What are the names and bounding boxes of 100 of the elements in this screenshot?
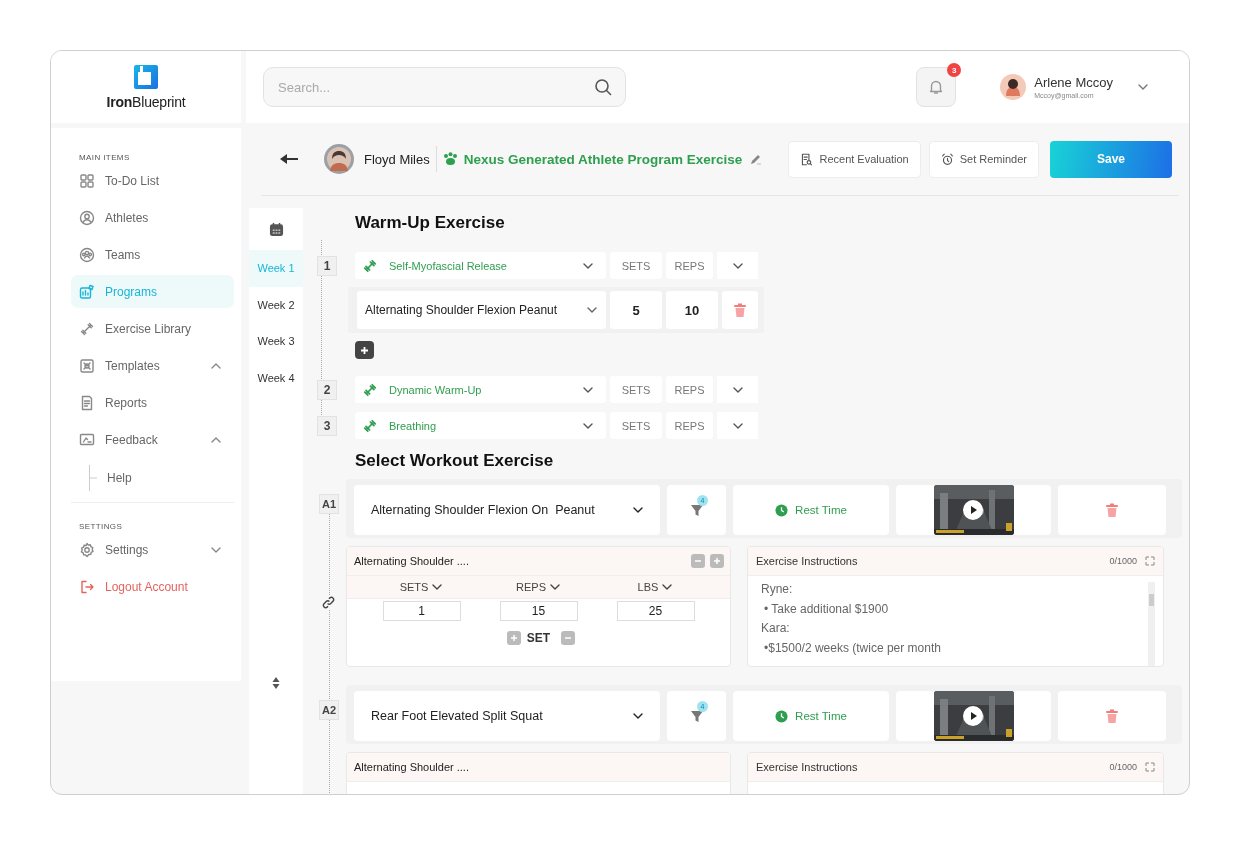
play-icon[interactable] (963, 500, 983, 520)
calendar-icon (268, 221, 284, 237)
dumbbell-icon (363, 382, 377, 397)
settings-icon (79, 541, 95, 558)
search-field[interactable]: Search... (263, 67, 626, 107)
sidebar-item[interactable]: Reports (71, 386, 234, 419)
value-field[interactable]: 1 (382, 601, 461, 621)
week-tab[interactable]: Week 3 (249, 323, 303, 360)
document-icon (79, 394, 95, 411)
sidebar-item[interactable]: Templates (71, 349, 234, 382)
paw-icon (442, 152, 458, 166)
chevron-icon (632, 712, 644, 720)
plus-button[interactable] (710, 554, 724, 568)
sort-icon[interactable] (272, 676, 280, 690)
trash-icon (1105, 708, 1119, 724)
sidebar-item[interactable]: Settings (71, 533, 234, 566)
plus-icon (713, 557, 721, 565)
chevron-icon (1137, 83, 1149, 91)
expand-button[interactable] (717, 376, 758, 403)
pencil-icon[interactable] (750, 153, 763, 165)
expand-icon[interactable] (1145, 762, 1155, 772)
week-tab[interactable]: Week 2 (249, 286, 303, 323)
chevron-icon (731, 261, 744, 270)
minus-button[interactable] (561, 631, 576, 645)
sidebar-item[interactable]: To-Do List (71, 164, 234, 197)
expand-button[interactable] (717, 412, 758, 439)
sidebar-subitem[interactable]: Help (107, 467, 132, 489)
rest-time-button[interactable]: Rest Time (733, 485, 889, 535)
sidebar-item[interactable]: Athletes (71, 201, 234, 234)
exercise-select[interactable]: Rear Foot Elevated Split Squat (354, 691, 660, 741)
rest-time-button[interactable]: Rest Time (733, 691, 889, 741)
step-number: 3 (317, 415, 337, 436)
link-icon (322, 596, 335, 609)
back-arrow-icon[interactable] (279, 152, 299, 166)
exercise-select[interactable]: Alternating Shoulder Flexion On Peanut (354, 485, 660, 535)
column-header[interactable]: LBS (597, 581, 714, 593)
exercise-select[interactable]: Alternating Shoulder Flexion Peanut (357, 291, 606, 329)
sidebar-item[interactable]: Teams (71, 238, 234, 271)
bell-icon (928, 79, 945, 95)
section-title: Warm-Up Exercise (355, 213, 505, 233)
chevron-icon (210, 361, 222, 370)
delete-button[interactable] (1058, 485, 1166, 535)
dumbbell-icon (363, 418, 377, 433)
scrollbar[interactable] (1148, 582, 1155, 666)
card-title: Alternating Shoulder .... (354, 761, 469, 773)
chevron-icon (582, 421, 594, 430)
reps-field[interactable]: REPS (666, 376, 713, 403)
sets-field[interactable]: 5 (610, 291, 662, 329)
sets-field[interactable]: SETS (610, 376, 662, 403)
exercise-select[interactable]: Self-Myofascial Release (355, 252, 606, 279)
plus-icon (360, 345, 369, 355)
instructions-field[interactable]: Ryne: • Take additional $1900 Kara: •$1500/2 weeks (twice per month (761, 580, 1148, 666)
sidebar-item[interactable]: Exercise Library (71, 312, 234, 345)
expand-icon[interactable] (1145, 556, 1155, 566)
value-field[interactable]: 15 (499, 601, 578, 621)
avatar (1000, 74, 1027, 100)
character-counter: 0/1000 (1109, 556, 1137, 566)
exercise-select[interactable]: Breathing (355, 412, 606, 439)
column-header[interactable]: REPS (480, 581, 597, 593)
sidebar-item[interactable]: Feedback (71, 423, 234, 456)
athlete-name: Floyd Miles (364, 151, 430, 167)
week-tab[interactable]: Week 4 (249, 359, 303, 396)
user-name: Arlene Mccoy (1034, 75, 1113, 90)
card-title: Exercise Instructions (756, 761, 858, 773)
delete-button[interactable] (722, 291, 758, 329)
template-icon (79, 357, 95, 374)
dumbbell-icon (79, 320, 95, 337)
sets-field[interactable]: SETS (610, 412, 662, 439)
delete-button[interactable] (1058, 691, 1166, 741)
minus-icon (564, 634, 573, 642)
chart-icon (79, 283, 95, 300)
dumbbell-icon (363, 258, 377, 273)
add-button[interactable] (355, 341, 374, 359)
evaluation-button[interactable]: Recent Evaluation (788, 140, 921, 178)
plus-button[interactable] (506, 631, 521, 645)
exercise-select[interactable]: Dynamic Warm-Up (355, 376, 606, 403)
chevron-icon (549, 583, 561, 591)
play-icon[interactable] (963, 706, 983, 726)
chevron-icon (582, 261, 594, 270)
sets-field[interactable]: SETS (610, 252, 662, 279)
reminder-button[interactable]: Set Reminder (928, 140, 1039, 178)
expand-button[interactable] (717, 252, 758, 279)
reps-field[interactable]: REPS (666, 412, 713, 439)
minus-button[interactable] (691, 554, 705, 568)
character-counter: 0/1000 (1109, 762, 1137, 772)
reps-field[interactable]: 10 (666, 291, 718, 329)
sidebar-item[interactable]: Logout Account (71, 570, 234, 603)
value-field[interactable]: 25 (616, 601, 695, 621)
card-title: Alternating Shoulder .... (354, 555, 469, 567)
column-header[interactable]: SETS (363, 581, 480, 593)
funnel-icon (689, 502, 704, 518)
group-label: A2 (319, 700, 339, 720)
clock-icon (775, 709, 789, 723)
group-icon (79, 246, 95, 263)
avatar (324, 144, 354, 174)
feedback-icon (79, 431, 95, 448)
minus-icon (694, 557, 702, 565)
group-label: A1 (319, 494, 339, 514)
reps-field[interactable]: REPS (666, 252, 713, 279)
section-heading: MAIN ITEMS (79, 153, 130, 162)
